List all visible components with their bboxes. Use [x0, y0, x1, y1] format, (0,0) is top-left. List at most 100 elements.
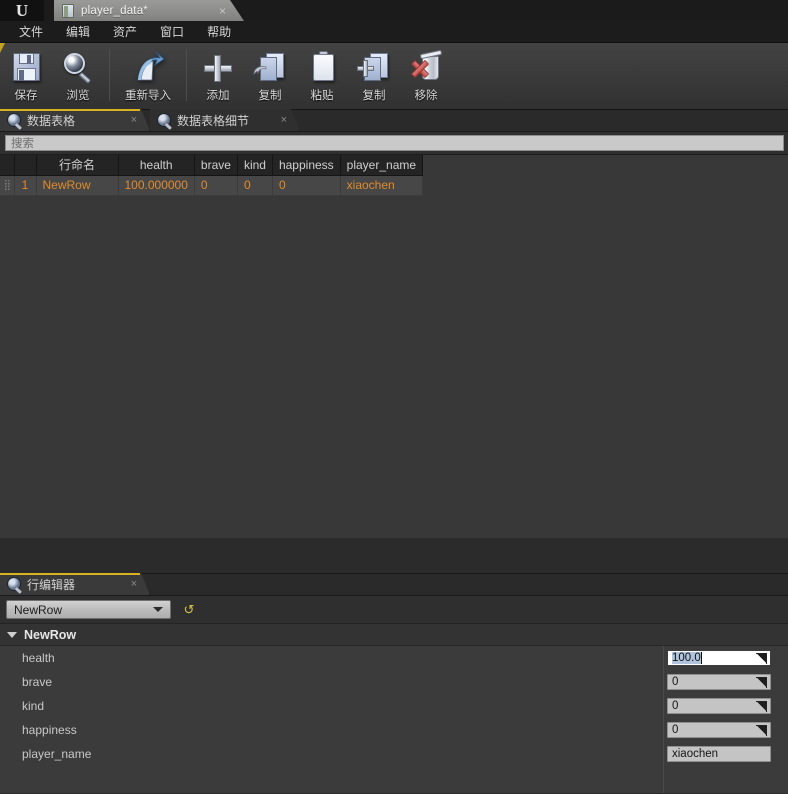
property-row-kind: kind 0 [0, 694, 788, 718]
asset-tab-title: player_data* [81, 4, 148, 17]
reimport-button-label: 重新导入 [125, 90, 171, 102]
duplicate-button-label: 复制 [362, 90, 386, 102]
cell-row-name[interactable]: NewRow [36, 175, 119, 196]
health-input[interactable]: 100.0 [667, 650, 771, 666]
menu-item-file[interactable]: 文件 [8, 20, 55, 43]
duplicate-button[interactable]: 复制 [348, 47, 400, 105]
menu-item-help[interactable]: 帮助 [196, 20, 243, 43]
add-row-button[interactable]: 添加 [192, 47, 244, 105]
duplicate-icon [356, 50, 392, 86]
kind-input[interactable]: 0 [667, 698, 771, 714]
paste-clipboard-icon [304, 50, 340, 86]
header-player-name[interactable]: player_name [340, 155, 424, 176]
revert-row-button[interactable]: ↺ [180, 601, 198, 619]
cell-happiness[interactable]: 0 [272, 175, 341, 196]
save-button-label: 保存 [14, 90, 38, 102]
cell-player-name[interactable]: xiaochen [340, 175, 424, 196]
close-icon[interactable]: × [219, 5, 226, 17]
toolbar-separator-1 [109, 49, 110, 101]
remove-trash-icon [408, 49, 444, 86]
paste-button[interactable]: 粘贴 [296, 47, 348, 105]
property-category-label: NewRow [24, 627, 77, 642]
happiness-input-value: 0 [672, 724, 679, 736]
data-table-asset-icon [62, 4, 74, 18]
copy-button-label: 复制 [258, 90, 282, 102]
toolbar: 保存 浏览 重新导入 添加 复制 粘贴 复制 移除 [0, 43, 788, 110]
kind-input-value: 0 [672, 700, 679, 712]
row-editor-tab-icon [7, 577, 21, 591]
remove-row-button-label: 移除 [414, 90, 438, 102]
row-editor-tab-bar: 行编辑器 × [0, 574, 788, 596]
player-name-input[interactable]: xiaochen [667, 746, 771, 762]
header-kind[interactable]: kind [237, 155, 273, 176]
property-category-header[interactable]: NewRow [0, 624, 788, 646]
paste-button-label: 粘贴 [310, 90, 334, 102]
browse-button-label: 浏览 [66, 90, 90, 102]
toolbar-group-import: 重新导入 [115, 47, 181, 107]
brave-input-value: 0 [672, 676, 679, 688]
data-table-area: 行命名 health brave kind happiness player_n… [0, 155, 788, 538]
browse-button[interactable]: 浏览 [52, 47, 104, 105]
happiness-input[interactable]: 0 [667, 722, 771, 738]
browse-search-icon [60, 50, 96, 86]
row-editor-dock: 行编辑器 × NewRow ↺ NewRow health 100.0 brav… [0, 573, 788, 794]
menu-item-asset[interactable]: 资产 [102, 20, 149, 43]
header-row-name[interactable]: 行命名 [36, 155, 119, 176]
menu-item-edit[interactable]: 编辑 [55, 20, 102, 43]
tab-data-table[interactable]: 数据表格 × [0, 109, 150, 131]
save-icon [8, 50, 44, 86]
table-header-row: 行命名 health brave kind happiness player_n… [0, 155, 424, 176]
tab-data-table-details-label: 数据表格细节 [177, 113, 250, 128]
asset-tab-player-data[interactable]: player_data* × [54, 0, 244, 21]
header-health[interactable]: health [118, 155, 195, 176]
row-editor-toolbar: NewRow ↺ [0, 596, 788, 624]
property-row-health: health 100.0 [0, 646, 788, 670]
expand-collapse-triangle-icon[interactable] [7, 631, 17, 638]
drag-spin-icon[interactable] [755, 724, 767, 736]
close-icon[interactable]: × [131, 578, 137, 590]
toolbar-separator-2 [186, 49, 187, 101]
data-table: 行命名 health brave kind happiness player_n… [0, 155, 424, 196]
toolbar-group-asset: 保存 浏览 [0, 47, 104, 107]
panel-tab-bar: 数据表格 × 数据表格细节 × [0, 110, 788, 132]
row-selector-value: NewRow [14, 602, 63, 617]
tab-data-table-details[interactable]: 数据表格细节 × [150, 109, 300, 131]
header-happiness[interactable]: happiness [272, 155, 341, 176]
tab-row-editor[interactable]: 行编辑器 × [0, 573, 150, 595]
property-label-health: health [22, 651, 55, 665]
cell-health[interactable]: 100.000000 [118, 175, 195, 196]
tab-data-table-label: 数据表格 [27, 113, 76, 128]
menu-item-window[interactable]: 窗口 [149, 20, 196, 43]
search-placeholder: 搜索 [11, 138, 34, 150]
property-row-brave: brave 0 [0, 670, 788, 694]
copy-button[interactable]: 复制 [244, 47, 296, 105]
row-index: 1 [14, 175, 37, 196]
table-row[interactable]: ⣿ 1 NewRow 100.000000 0 0 0 xiaochen [0, 175, 424, 196]
menu-bar: 文件 编辑 资产 窗口 帮助 [0, 21, 788, 43]
add-row-button-label: 添加 [206, 90, 230, 102]
row-selector-dropdown[interactable]: NewRow [6, 600, 171, 619]
cell-brave[interactable]: 0 [194, 175, 238, 196]
close-icon[interactable]: × [131, 114, 137, 126]
reimport-button[interactable]: 重新导入 [115, 47, 181, 105]
reimport-arrow-icon [130, 50, 166, 86]
brave-input[interactable]: 0 [667, 674, 771, 690]
toolbar-group-rows: 添加 复制 粘贴 复制 移除 [192, 47, 452, 107]
search-input[interactable]: 搜索 [5, 135, 784, 151]
cell-kind[interactable]: 0 [237, 175, 273, 196]
chevron-down-icon [153, 607, 163, 612]
close-icon[interactable]: × [281, 114, 287, 126]
row-drag-handle[interactable]: ⣿ [0, 175, 15, 196]
header-brave[interactable]: brave [194, 155, 238, 176]
data-table-details-tab-icon [157, 113, 171, 127]
tab-row-editor-label: 行编辑器 [27, 577, 76, 592]
drag-spin-icon[interactable] [755, 700, 767, 712]
property-label-kind: kind [22, 699, 45, 713]
drag-spin-icon[interactable] [755, 676, 767, 688]
drag-spin-icon[interactable] [755, 652, 767, 664]
save-button[interactable]: 保存 [0, 47, 52, 105]
property-label-happiness: happiness [22, 723, 77, 737]
property-label-player-name: player_name [22, 747, 92, 761]
property-row-happiness: happiness 0 [0, 718, 788, 742]
remove-row-button[interactable]: 移除 [400, 47, 452, 105]
